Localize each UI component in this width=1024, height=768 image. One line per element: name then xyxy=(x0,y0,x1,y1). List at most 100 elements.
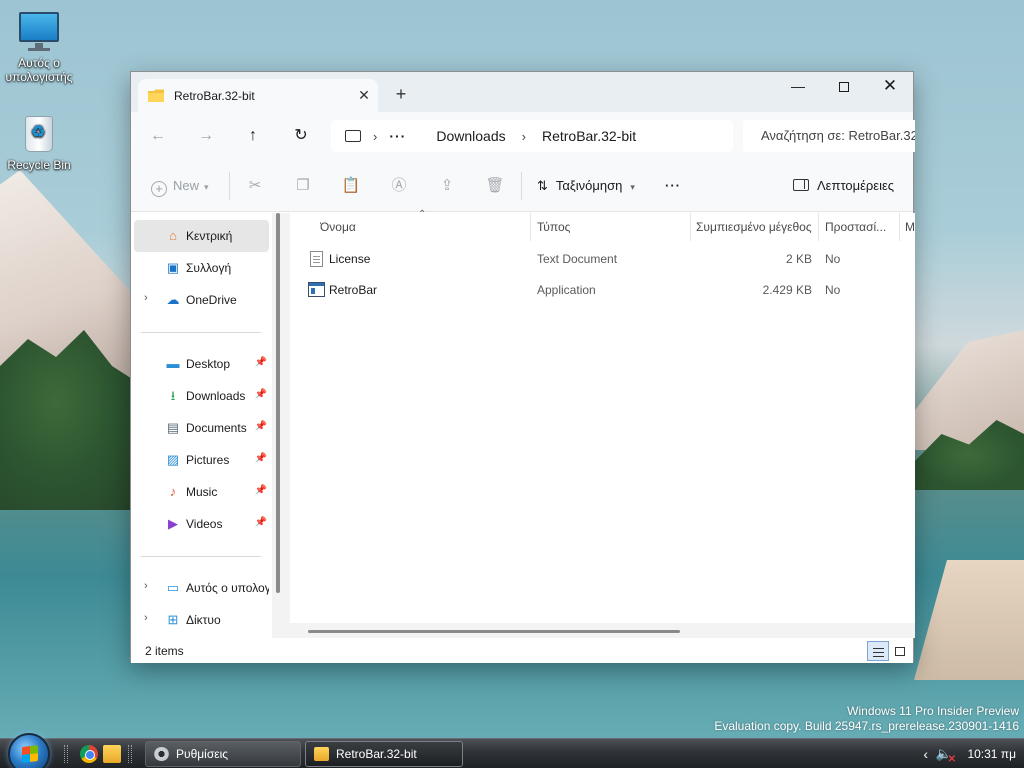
column-divider[interactable] xyxy=(530,213,531,241)
sidebar-item-desktop[interactable]: ▬ Desktop 📌 xyxy=(134,348,269,380)
item-count: 2 items xyxy=(145,644,184,658)
pin-icon[interactable]: 📌 xyxy=(255,485,267,496)
sidebar-item-home[interactable]: ⌂ Κεντρική xyxy=(134,220,269,252)
taskbar-grip[interactable] xyxy=(64,745,68,763)
desktop-icon-recycle-bin[interactable]: ♻ Recycle Bin xyxy=(1,114,77,172)
clock[interactable]: 10:31 πμ xyxy=(967,739,1016,768)
desktop-icon-this-pc[interactable]: Αυτός ο υπολογιστής xyxy=(1,12,77,84)
chevron-right-icon[interactable]: › xyxy=(144,612,148,624)
forward-button[interactable]: → xyxy=(191,122,221,150)
column-header-protected[interactable]: Προστασί... xyxy=(825,213,897,241)
file-explorer-icon[interactable] xyxy=(103,745,121,763)
sort-button[interactable]: ⇅ Ταξινόμηση ▾ xyxy=(537,174,635,198)
sidebar-item-label: Κεντρική xyxy=(186,229,233,243)
pin-icon[interactable]: 📌 xyxy=(255,421,267,432)
chevron-right-icon[interactable]: › xyxy=(144,292,148,304)
column-header-more[interactable]: Μ xyxy=(905,213,915,241)
recycle-bin-icon: ♻ xyxy=(17,114,61,154)
sidebar-item-pictures[interactable]: ▨ Pictures 📌 xyxy=(134,444,269,476)
details-pane-button[interactable]: Λεπτομέρειες xyxy=(793,174,894,198)
new-tab-button[interactable]: + xyxy=(389,82,413,106)
pin-icon[interactable]: 📌 xyxy=(255,357,267,368)
sidebar-item-onedrive[interactable]: › ☁ OneDrive xyxy=(134,284,269,316)
minimize-button[interactable]: — xyxy=(775,72,821,102)
table-row[interactable]: License Text Document 2 KB No xyxy=(290,244,915,274)
sidebar-item-documents[interactable]: ▤ Documents 📌 xyxy=(134,412,269,444)
search-input[interactable]: Αναζήτηση σε: RetroBar.32-bit xyxy=(743,120,915,152)
file-protected: No xyxy=(825,252,841,266)
sidebar-item-downloads[interactable]: ⭳ Downloads 📌 xyxy=(134,380,269,412)
pin-icon[interactable]: 📌 xyxy=(255,453,267,464)
tab-title: RetroBar.32-bit xyxy=(174,88,255,103)
tiles-view-button[interactable] xyxy=(889,641,911,661)
application-icon xyxy=(308,282,325,297)
column-header-compressed-size[interactable]: Συμπιεσμένο μέγεθος xyxy=(696,213,816,241)
column-header-label: Όνομα xyxy=(320,220,356,234)
navigation-bar: ← → ↑ ↻ › ··· Downloads › RetroBar.32-bi… xyxy=(131,112,915,160)
desktop-icon-label: Αυτός ο υπολογιστής xyxy=(5,56,73,84)
paste-icon[interactable]: 📋 xyxy=(339,174,363,198)
sidebar-item-gallery[interactable]: ▣ Συλλογή xyxy=(134,252,269,284)
details-view-button[interactable] xyxy=(867,641,889,661)
new-button[interactable]: + New ▾ xyxy=(151,174,209,198)
breadcrumb-separator: › xyxy=(373,128,378,144)
maximize-button[interactable] xyxy=(821,72,867,102)
column-divider[interactable] xyxy=(818,213,819,241)
status-bar: 2 items xyxy=(131,638,913,663)
tab-retrobar[interactable]: RetroBar.32-bit ✕ xyxy=(138,79,378,112)
desktop-icon-label: Recycle Bin xyxy=(7,158,71,172)
column-header-label: Μ xyxy=(905,220,915,234)
refresh-button[interactable]: ↻ xyxy=(286,122,316,150)
taskbar-button-explorer[interactable]: RetroBar.32-bit xyxy=(305,741,463,767)
sidebar-item-music[interactable]: ♪ Music 📌 xyxy=(134,476,269,508)
breadcrumb-retrobar[interactable]: RetroBar.32-bit xyxy=(542,128,636,144)
folder-icon xyxy=(148,89,164,102)
table-row[interactable]: RetroBar Application 2.429 KB No xyxy=(290,275,915,305)
sidebar-item-network[interactable]: › ⊞ Δίκτυο xyxy=(134,604,269,636)
cut-icon[interactable]: ✂ xyxy=(243,174,267,198)
windows-logo-icon xyxy=(22,745,38,763)
taskbar-button-settings[interactable]: Ρυθμίσεις xyxy=(145,741,301,767)
column-divider[interactable] xyxy=(690,213,691,241)
pin-icon[interactable]: 📌 xyxy=(255,389,267,400)
column-header-type[interactable]: Τύπος xyxy=(537,213,687,241)
address-bar[interactable]: › ··· Downloads › RetroBar.32-bit xyxy=(331,120,733,152)
start-button[interactable] xyxy=(8,733,50,768)
settings-gear-icon xyxy=(154,747,169,761)
tab-close-icon[interactable]: ✕ xyxy=(350,87,378,104)
title-bar: RetroBar.32-bit ✕ + — ✕ xyxy=(131,72,913,112)
sidebar-divider xyxy=(141,332,261,333)
chevron-down-icon: ▾ xyxy=(204,182,209,192)
music-icon: ♪ xyxy=(169,484,177,499)
sidebar-item-label: Desktop xyxy=(186,357,231,371)
tray-overflow-chevron-icon[interactable]: ‹ xyxy=(923,739,928,768)
breadcrumb-overflow[interactable]: ··· xyxy=(389,128,406,144)
close-button[interactable]: ✕ xyxy=(867,72,913,102)
sidebar-item-videos[interactable]: ▶ Videos 📌 xyxy=(134,508,269,540)
sort-icon: ⇅ xyxy=(537,178,548,193)
sidebar-scrollbar[interactable] xyxy=(276,213,280,593)
home-icon: ⌂ xyxy=(169,228,177,243)
file-size: 2.429 KB xyxy=(762,283,812,297)
watermark-line: Windows 11 Pro Insider Preview xyxy=(847,704,1019,718)
taskbar-grip[interactable] xyxy=(128,745,132,763)
chrome-icon[interactable] xyxy=(80,745,98,763)
details-pane-label: Λεπτομέρειες xyxy=(817,178,895,193)
rename-icon[interactable]: Ⓐ xyxy=(387,174,411,198)
column-divider[interactable] xyxy=(899,213,900,241)
breadcrumb-downloads[interactable]: Downloads xyxy=(436,128,505,144)
delete-icon[interactable]: 🗑 xyxy=(483,174,507,198)
list-view-icon xyxy=(872,648,884,658)
pin-icon[interactable]: 📌 xyxy=(255,517,267,528)
chevron-right-icon[interactable]: › xyxy=(144,580,148,592)
new-button-label: New xyxy=(173,178,200,193)
share-icon[interactable]: ⇪ xyxy=(435,174,459,198)
file-protected: No xyxy=(825,283,841,297)
more-options-button[interactable]: ··· xyxy=(665,174,681,198)
copy-icon[interactable]: ❐ xyxy=(291,174,315,198)
evaluation-watermark: Windows 11 Pro Insider Preview Evaluatio… xyxy=(714,704,1019,734)
horizontal-scrollbar[interactable] xyxy=(308,630,680,633)
sidebar-item-this-pc[interactable]: › ▭ Αυτός ο υπολογιστής xyxy=(134,572,269,604)
up-button[interactable]: ↑ xyxy=(238,122,268,150)
back-button[interactable]: ← xyxy=(143,122,173,150)
